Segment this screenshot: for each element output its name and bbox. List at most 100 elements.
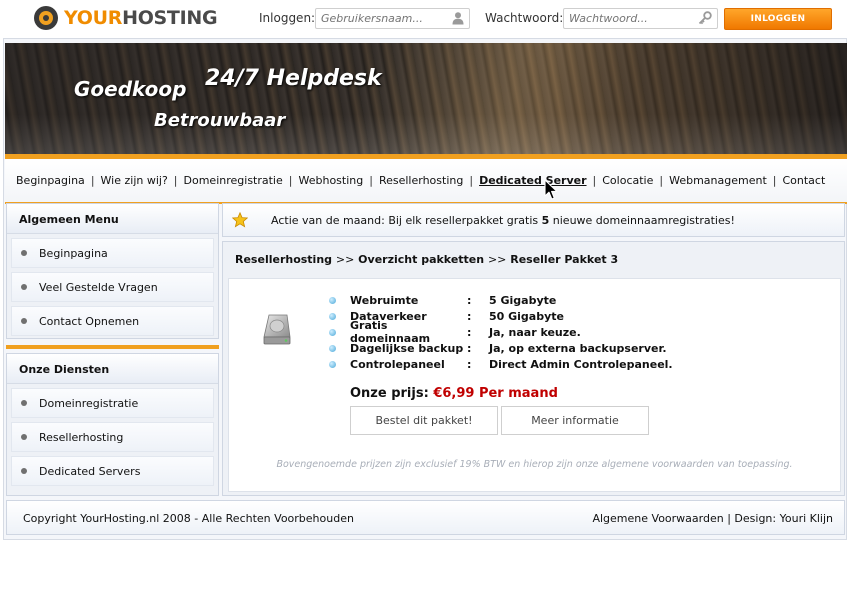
price-label: Onze prijs: [350,386,429,401]
password-label: Wachtwoord: [485,11,564,25]
price-disclaimer: Bovengenoemde prijzen zijn exclusief 19%… [276,459,793,470]
spec-row: Dagelijkse backup: Ja, op externa backups… [329,340,667,356]
bullet-icon [21,468,27,474]
spec-bullet-icon [329,312,336,320]
nav-separator: | [369,174,373,187]
breadcrumb-separator: >> [335,253,355,266]
sidebar-item-home[interactable]: Beginpagina [11,238,214,268]
breadcrumb-item-overview[interactable]: Overzicht pakketten [358,253,484,266]
password-input[interactable] [563,8,718,29]
spec-colon: : [467,309,472,323]
nav-item-webhosting[interactable]: Webhosting [298,174,363,187]
general-menu: Algemeen Menu Beginpagina Veel Gestelde … [6,203,219,339]
nav-separator: | [90,174,95,187]
spec-value: Ja, op externa backupserver. [489,341,667,355]
bullet-icon [21,250,27,256]
nav-item-dedicated-server[interactable]: Dedicated Server [479,174,586,187]
logo-text-your: YOUR [64,7,123,29]
banner-slogan-reliable: Betrouwbaar [154,110,286,131]
breadcrumb-separator: >> [487,253,507,266]
bullet-icon [21,400,27,406]
nav-item-domeinregistratie[interactable]: Domeinregistratie [184,174,283,187]
main-frame: Goedkoop 24/7 Helpdesk Betrouwbaar Begin… [3,38,847,540]
promo-announcement: Actie van de maand: Bij elk resellerpakk… [222,203,845,237]
logo[interactable]: YOURHOSTING [34,5,218,31]
username-input[interactable] [315,8,470,29]
spec-label: Controlepaneel [350,357,445,371]
nav-item-contact[interactable]: Contact [782,174,825,187]
spec-value: 50 Gigabyte [489,309,564,323]
footer-separator: | [727,512,731,525]
logo-text-hosting: HOSTING [122,7,218,29]
spec-bullet-icon [329,360,336,368]
package-details: Webruimte:5 Gigabyte Dataverkeer:50 Giga… [228,278,841,492]
services-menu: Onze Diensten Domeinregistratie Reseller… [6,353,219,496]
announcement-text: Actie van de maand: Bij elk resellerpakk… [271,214,735,227]
terms-link[interactable]: Algemene Voorwaarden [592,512,723,525]
banner-slogan-helpdesk: 24/7 Helpdesk [205,66,382,91]
more-info-button[interactable]: Meer informatie [501,406,649,435]
spec-colon: : [467,293,472,307]
nav-item-webmanagement[interactable]: Webmanagement [669,174,767,187]
star-icon [232,212,248,228]
footer-links: Algemene Voorwaarden | Design: Youri Kli… [592,512,833,525]
bullet-icon [21,434,27,440]
services-menu-title: Onze Diensten [7,354,218,384]
logo-icon [34,6,58,30]
spec-label: Webruimte [350,293,419,307]
spec-value: Direct Admin Controlepaneel. [489,357,673,371]
bullet-icon [21,318,27,324]
nav-item-resellerhosting[interactable]: Resellerhosting [379,174,463,187]
announcement-suffix: nieuwe domeinnaamregistraties! [549,213,735,227]
main-navigation: Beginpagina | Wie zijn wij? | Domeinregistra… [5,159,847,202]
breadcrumb-item-current: Reseller Pakket 3 [510,253,619,266]
spec-row: Webruimte: 5 Gigabyte [329,292,556,308]
nav-separator: | [659,174,664,187]
sidebar-item-dedicated-servers[interactable]: Dedicated Servers [11,456,214,486]
sidebar-item-label: Resellerhosting [39,430,124,444]
spec-row: Controlepaneel: Direct Admin Controlepane… [329,356,673,372]
sidebar-item-faq[interactable]: Veel Gestelde Vragen [11,272,214,302]
breadcrumb-item-resellerhosting[interactable]: Resellerhosting [235,253,332,266]
spec-value: 5 Gigabyte [489,293,557,307]
nav-item-wie-zijn-wij[interactable]: Wie zijn wij? [101,174,168,187]
mouse-pointer-icon [544,179,558,200]
username-label: Inloggen: [259,11,316,25]
footer-copyright: Copyright YourHosting.nl 2008 - Alle Rec… [23,512,354,525]
spec-value: Ja, naar keuze. [489,325,581,339]
sidebar-item-label: Domeinregistratie [39,396,139,410]
design-credit: Design: Youri Klijn [734,512,833,525]
spec-bullet-icon [329,296,336,304]
price-value: €6,99 Per maand [433,386,558,401]
sidebar-item-label: Contact Opnemen [39,314,140,328]
sidebar-item-label: Veel Gestelde Vragen [39,280,158,294]
spec-bullet-icon [329,328,336,336]
banner-slogan-cheap: Goedkoop [74,77,187,101]
spec-colon: : [467,325,472,339]
order-package-button[interactable]: Bestel dit pakket! [350,406,498,435]
spec-label: Dagelijkse backup [350,341,464,355]
sidebar-item-contact[interactable]: Contact Opnemen [11,306,214,336]
content-panel: Resellerhosting >> Overzicht pakketten >… [222,241,845,496]
spec-bullet-icon [329,344,336,352]
nav-item-beginpagina[interactable]: Beginpagina [16,174,85,187]
nav-separator: | [592,174,597,187]
spec-row: Gratis domeinnaam: Ja, naar keuze. [329,319,581,345]
general-menu-title: Algemeen Menu [7,204,218,234]
user-icon [452,12,464,25]
spec-colon: : [467,341,472,355]
sidebar-item-reseller-hosting[interactable]: Resellerhosting [11,422,214,452]
logo-text: YOURHOSTING [64,7,218,29]
header-banner: Goedkoop 24/7 Helpdesk Betrouwbaar [5,43,847,154]
package-price: Onze prijs: €6,99 Per maand [350,386,558,401]
sidebar-item-domain-registration[interactable]: Domeinregistratie [11,388,214,418]
spec-colon: : [467,357,472,371]
login-button[interactable]: INLOGGEN [724,8,832,30]
top-bar: YOURHOSTING Inloggen: Wachtwoord: INLOGG… [0,0,850,38]
sidebar-divider [6,345,219,349]
hard-drive-icon [263,314,291,345]
nav-item-colocatie[interactable]: Colocatie [602,174,653,187]
key-icon [698,11,712,25]
breadcrumb: Resellerhosting >> Overzicht pakketten >… [235,253,618,266]
nav-separator: | [772,174,777,187]
